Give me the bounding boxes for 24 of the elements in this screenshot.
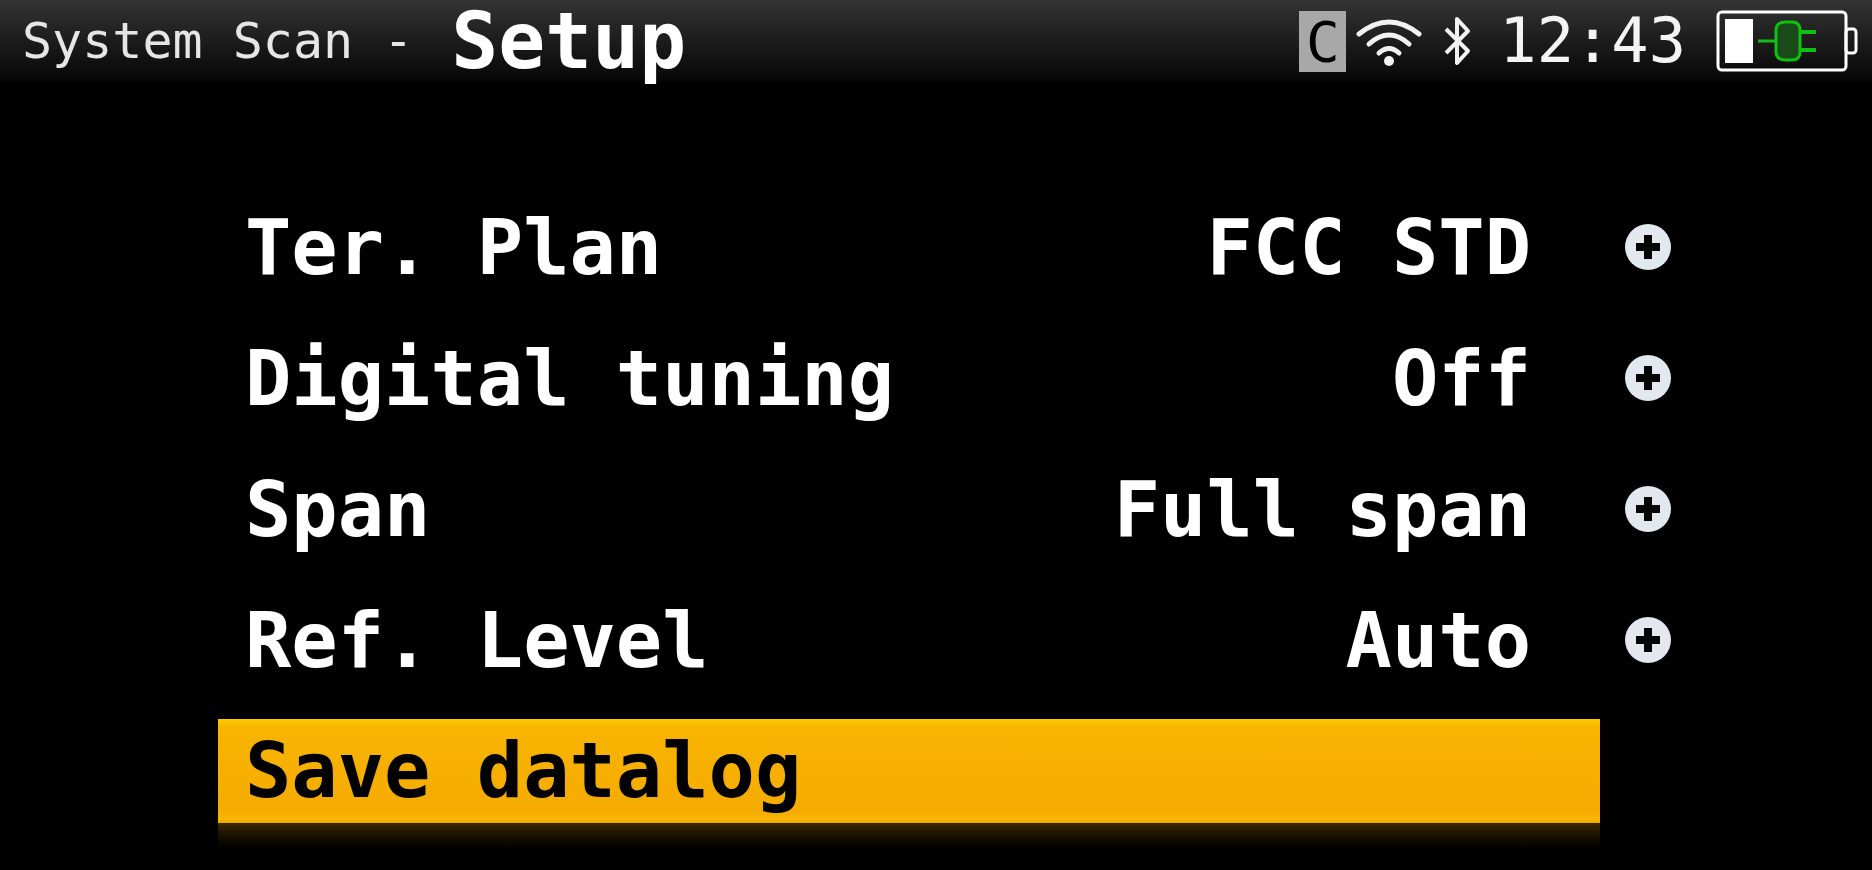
setting-label: Ter. Plan [245, 202, 663, 292]
app-name: System Scan - [22, 11, 414, 71]
setting-label: Span [245, 464, 431, 554]
menu-row[interactable]: Save datalog [218, 719, 1600, 849]
plus-icon[interactable] [1624, 616, 1672, 664]
setting-label: Digital tuning [245, 333, 894, 423]
setting-value: Auto [1345, 595, 1531, 685]
plus-icon[interactable] [1624, 354, 1672, 402]
setting-label: Ref. Level [245, 595, 709, 685]
setting-value: Full span [1113, 464, 1531, 554]
menu-row[interactable]: Digital tuning Off [218, 326, 1600, 430]
wifi-icon [1355, 16, 1424, 66]
screen-title: Setup [451, 0, 687, 82]
clock-time: 12:43 [1499, 8, 1686, 74]
setting-label: Save datalog [245, 725, 802, 817]
setting-value: FCC STD [1206, 202, 1531, 292]
battery-charging-icon [1716, 10, 1859, 72]
menu-row[interactable]: Span Full span [218, 457, 1600, 561]
plus-icon[interactable] [1624, 485, 1672, 533]
mode-badge: C [1299, 10, 1347, 72]
setting-value: Off [1391, 333, 1531, 423]
menu-row[interactable]: Ter. Plan FCC STD [218, 195, 1600, 299]
plus-icon[interactable] [1624, 223, 1672, 271]
menu-row[interactable]: Ref. Level Auto [218, 588, 1600, 692]
